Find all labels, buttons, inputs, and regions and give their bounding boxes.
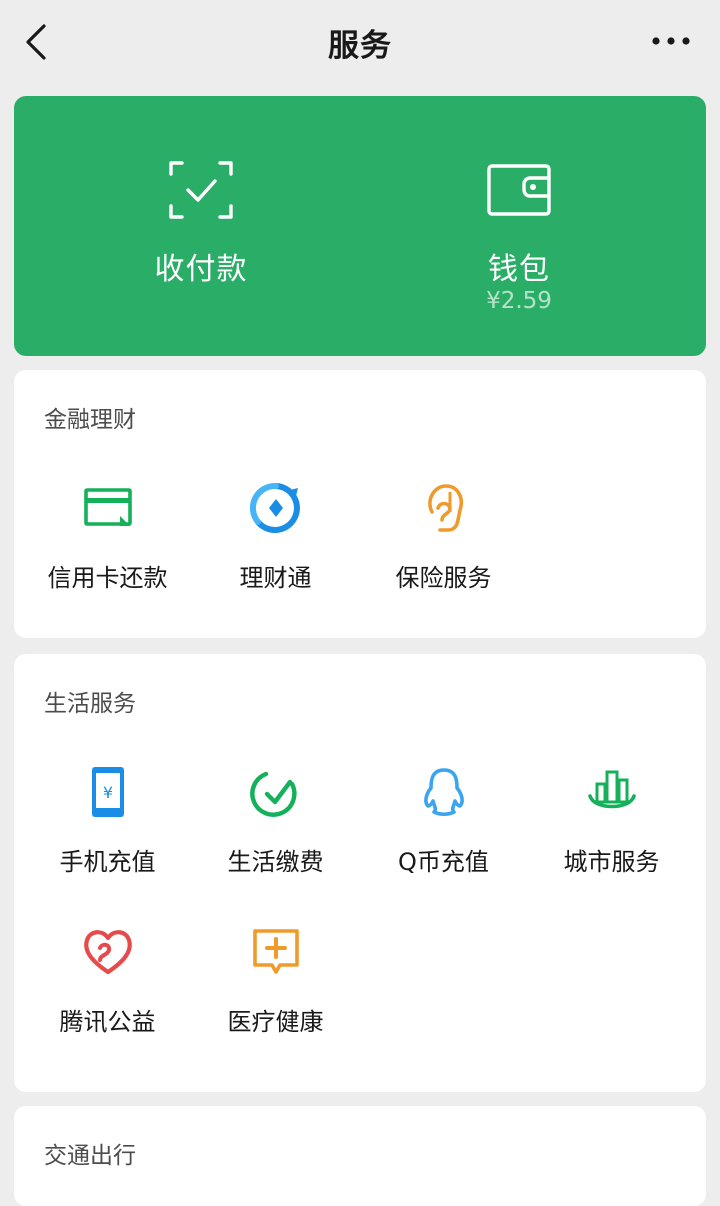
utility-bill-button[interactable]: 生活缴费 — [189, 766, 362, 886]
item-label: 腾讯公益 — [59, 1008, 156, 1036]
qq-coin-icon — [423, 768, 464, 817]
item-label: 生活缴费 — [227, 848, 324, 876]
item-label: 城市服务 — [563, 848, 660, 876]
utility-bill-icon — [249, 771, 297, 817]
section-title-transport: 交通出行 — [44, 1143, 136, 1169]
phone-topup-button[interactable]: ¥ 手机充值 — [21, 766, 194, 886]
tencent-charity-button[interactable]: 腾讯公益 — [21, 926, 194, 1046]
credit-card-repay-button[interactable]: 信用卡还款 — [21, 482, 194, 602]
wealth-management-button[interactable]: 理财通 — [189, 482, 362, 602]
city-service-button[interactable]: 城市服务 — [525, 766, 698, 886]
insurance-icon — [427, 484, 463, 532]
phone-topup-icon: ¥ — [91, 767, 124, 817]
city-service-icon — [587, 770, 636, 809]
credit-card-icon — [83, 488, 132, 526]
item-label: 信用卡还款 — [47, 564, 168, 592]
section-title-finance: 金融理财 — [44, 407, 136, 433]
transport-section: 交通出行 — [14, 1106, 706, 1206]
pay-receive-label: 收付款 — [154, 252, 248, 287]
item-label: Q币充值 — [398, 848, 489, 876]
medical-icon — [252, 929, 299, 974]
more-button[interactable] — [648, 28, 694, 54]
item-label: 医疗健康 — [227, 1008, 324, 1036]
charity-heart-icon — [83, 930, 132, 975]
svg-text:¥: ¥ — [102, 783, 112, 802]
qq-coin-button[interactable]: Q币充值 — [357, 766, 530, 886]
item-label: 手机充值 — [59, 848, 156, 876]
item-label: 保险服务 — [395, 564, 492, 592]
wealth-icon — [249, 482, 300, 533]
more-dots-icon — [652, 37, 690, 45]
finance-section: 金融理财 信用卡还款 理财通 保险服务 — [14, 370, 706, 638]
item-label: 理财通 — [239, 564, 312, 592]
insurance-button[interactable]: 保险服务 — [357, 482, 530, 602]
page-title: 服务 — [328, 28, 392, 64]
payment-card: 收付款 钱包 ¥2.59 — [14, 96, 706, 356]
section-title-life: 生活服务 — [44, 691, 136, 717]
top-bar: 服务 — [0, 0, 720, 82]
pay-receive-button[interactable]: 收付款 — [28, 96, 374, 356]
wallet-icon — [487, 164, 551, 216]
life-services-section: 生活服务 ¥ 手机充值 生活缴费 Q币充值 城市服务 腾讯公益 医疗健康 — [14, 654, 706, 1092]
scan-check-icon — [169, 161, 233, 219]
wallet-balance: ¥2.59 — [486, 288, 552, 314]
wallet-button[interactable]: 钱包 ¥2.59 — [346, 96, 692, 356]
wallet-label: 钱包 — [488, 252, 550, 287]
medical-health-button[interactable]: 医疗健康 — [189, 926, 362, 1046]
